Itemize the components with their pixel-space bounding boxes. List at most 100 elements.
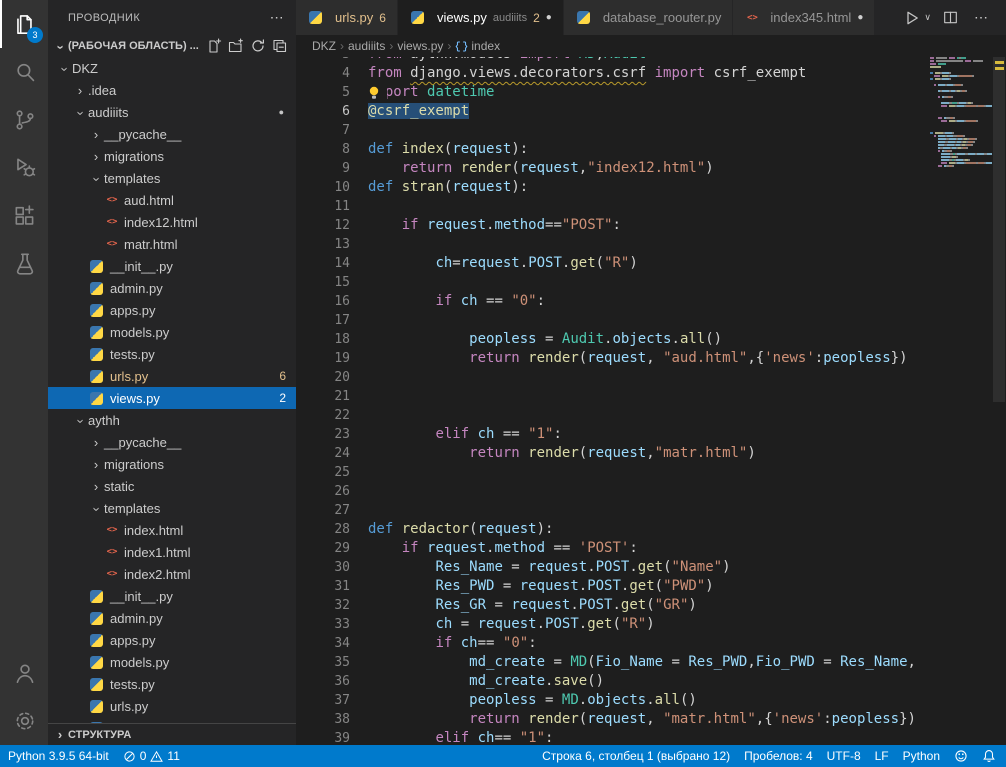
breadcrumb-item-DKZ[interactable]: DKZ [312,39,336,53]
tree-item-apps.py[interactable]: apps.py [48,629,296,651]
tree-item-admin.py[interactable]: admin.py [48,277,296,299]
code-line-17[interactable]: 17 [296,311,930,330]
tree-item-index1.html[interactable]: <>index1.html [48,541,296,563]
breadcrumb-item-audiiits[interactable]: audiiits [348,39,385,53]
code-line-14[interactable]: 14 ch=request.POST.get("R") [296,254,930,273]
tab-database_roouter.py[interactable]: database_roouter.py [564,0,734,35]
activity-settings[interactable] [0,697,48,745]
activity-explorer[interactable]: 3 [0,0,48,48]
activity-testing[interactable] [0,240,48,288]
tree-item-aud.html[interactable]: <>aud.html [48,189,296,211]
code-line-39[interactable]: 39 elif ch== "1": [296,729,930,745]
tab-index345.html[interactable]: <>index345.html● [733,0,875,35]
status-notifications[interactable] [982,749,996,763]
status-problems[interactable]: 0 11 [123,749,180,763]
outline-section-header[interactable]: › СТРУКТУРА [48,723,296,745]
editor-more-actions-icon[interactable]: ⋯ [970,9,992,26]
code-line-20[interactable]: 20 [296,368,930,387]
tab-urls.py[interactable]: urls.py6 [296,0,398,35]
collapse-all-icon[interactable] [270,36,290,56]
code-line-31[interactable]: 31 Res_PWD = request.POST.get("PWD") [296,577,930,596]
code-line-35[interactable]: 35 md_create = MD(Fio_Name = Res_PWD,Fio… [296,653,930,672]
run-python-file-icon[interactable] [904,10,920,26]
activity-extensions[interactable] [0,192,48,240]
code-line-15[interactable]: 15 [296,273,930,292]
code-line-25[interactable]: 25 [296,463,930,482]
tree-item-static[interactable]: ›static [48,475,296,497]
code-line-22[interactable]: 22 [296,406,930,425]
tree-item-.idea[interactable]: ›.idea [48,79,296,101]
code-line-6[interactable]: 6@csrf_exempt [296,102,930,121]
activity-run-debug[interactable] [0,144,48,192]
code-line-12[interactable]: 12 if request.method=="POST": [296,216,930,235]
tree-item-urls.py[interactable]: urls.py [48,695,296,717]
code-line-5[interactable]: 5import datetime [296,83,930,102]
tree-item-index.html[interactable]: <>index.html [48,519,296,541]
explorer-more-actions-icon[interactable]: ⋯ [266,9,288,26]
code-line-16[interactable]: 16 if ch == "0": [296,292,930,311]
code-line-29[interactable]: 29 if request.method == 'POST': [296,539,930,558]
activity-search[interactable] [0,48,48,96]
code-line-27[interactable]: 27 [296,501,930,520]
tree-item-tests.py[interactable]: tests.py [48,673,296,695]
code-line-9[interactable]: 9 return render(request,"index12.html") [296,159,930,178]
tree-item-index12.html[interactable]: <>index12.html [48,211,296,233]
code-line-23[interactable]: 23 elif ch == "1": [296,425,930,444]
code-editor[interactable]: 3from aythh.models import MD,Audit4from … [296,57,930,745]
tree-item-tests.py[interactable]: tests.py [48,343,296,365]
tree-item-aythh[interactable]: ›aythh [48,409,296,431]
status-indentation[interactable]: Пробелов: 4 [744,749,813,763]
code-line-21[interactable]: 21 [296,387,930,406]
status-eol[interactable]: LF [875,749,889,763]
activity-account[interactable] [0,649,48,697]
status-python-version[interactable]: Python 3.9.5 64-bit [8,749,109,763]
tree-item-__init__.py[interactable]: __init__.py [48,255,296,277]
code-line-4[interactable]: 4from django.views.decorators.csrf impor… [296,64,930,83]
tree-item-audiiits[interactable]: ›audiiits● [48,101,296,123]
tree-item-views.py[interactable]: views.py2 [48,387,296,409]
code-line-38[interactable]: 38 return render(request, "matr.html",{'… [296,710,930,729]
workspace-section-header[interactable]: › (РАБОЧАЯ ОБЛАСТЬ) ... [48,35,296,57]
code-line-7[interactable]: 7 [296,121,930,140]
tree-item-templates[interactable]: ›templates [48,167,296,189]
new-file-icon[interactable] [204,36,224,56]
code-line-32[interactable]: 32 Res_GR = request.POST.get("GR") [296,596,930,615]
split-editor-icon[interactable] [943,10,958,25]
code-line-18[interactable]: 18 peopless = Audit.objects.all() [296,330,930,349]
code-line-30[interactable]: 30 Res_Name = request.POST.get("Name") [296,558,930,577]
status-feedback[interactable] [954,749,968,763]
tree-item-apps.py[interactable]: apps.py [48,299,296,321]
tree-item-matr.html[interactable]: <>matr.html [48,233,296,255]
code-line-37[interactable]: 37 peopless = MD.objects.all() [296,691,930,710]
tree-item-index2.html[interactable]: <>index2.html [48,563,296,585]
tree-item-migrations[interactable]: ›migrations [48,145,296,167]
tree-item-admin.py[interactable]: admin.py [48,607,296,629]
code-line-19[interactable]: 19 return render(request, "aud.html",{'n… [296,349,930,368]
tree-item-__pycache__[interactable]: ›__pycache__ [48,431,296,453]
code-line-13[interactable]: 13 [296,235,930,254]
breadcrumb-item-index[interactable]: index [455,39,500,53]
tab-views.py[interactable]: views.pyaudiiits2● [398,0,564,35]
status-cursor-position[interactable]: Строка 6, столбец 1 (выбрано 12) [542,749,730,763]
status-encoding[interactable]: UTF-8 [827,749,861,763]
code-line-28[interactable]: 28def redactor(request): [296,520,930,539]
tree-item-templates[interactable]: ›templates [48,497,296,519]
code-line-11[interactable]: 11 [296,197,930,216]
code-line-36[interactable]: 36 md_create.save() [296,672,930,691]
tree-item-urls.py[interactable]: urls.py6 [48,365,296,387]
code-line-26[interactable]: 26 [296,482,930,501]
code-line-3[interactable]: 3from aythh.models import MD,Audit [296,57,930,64]
refresh-icon[interactable] [248,36,268,56]
tree-item-DKZ[interactable]: ›DKZ [48,57,296,79]
tree-item-models.py[interactable]: models.py [48,321,296,343]
tree-item-__pycache__[interactable]: ›__pycache__ [48,123,296,145]
code-line-8[interactable]: 8def index(request): [296,140,930,159]
tree-item-__init__.py[interactable]: __init__.py [48,585,296,607]
tree-item-migrations[interactable]: ›migrations [48,453,296,475]
activity-source-control[interactable] [0,96,48,144]
code-line-24[interactable]: 24 return render(request,"matr.html") [296,444,930,463]
code-line-34[interactable]: 34 if ch== "0": [296,634,930,653]
lightbulb-icon[interactable] [368,84,387,101]
status-language[interactable]: Python [903,749,940,763]
breadcrumb-item-views.py[interactable]: views.py [397,39,443,53]
